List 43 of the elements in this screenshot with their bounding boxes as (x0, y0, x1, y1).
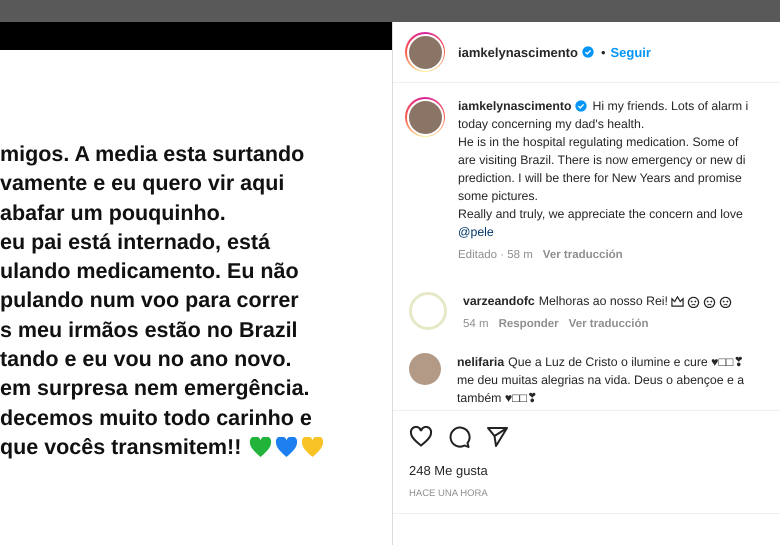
comment-icon[interactable] (447, 425, 471, 449)
heart-icon (301, 437, 324, 458)
post-image-text: eu pai está internado, está (0, 228, 270, 256)
caption-text: Hi my friends. Lots of alarm i (592, 98, 748, 115)
heart-icon (275, 437, 298, 458)
username-link[interactable]: iamkelynascimento (458, 97, 572, 115)
post-image-text: s meu irmãos estão no Brazil (0, 316, 298, 344)
heart-icon (249, 437, 272, 458)
post-image-text: vamente e eu quero vir aqui (0, 170, 284, 198)
comment-text: Melhoras ao nosso Rei! (538, 293, 668, 310)
caption-text: prediction. I will be there for New Years and promise (458, 170, 742, 187)
post-image-text: em surpresa nem emergência. (0, 375, 310, 402)
username-link[interactable]: iamkelynascimento (458, 44, 578, 60)
comment-time: 54 m (463, 317, 489, 332)
mention-link[interactable]: @pele (458, 223, 494, 241)
send-icon[interactable] (485, 425, 509, 449)
username-link[interactable]: varzeandofc (463, 292, 535, 310)
heart-icon[interactable] (409, 425, 433, 449)
comment-text: Que a Luz de Cristo o ilumine e cure ♥□□❣ (508, 354, 744, 371)
caption-text: today concerning my dad's health. (458, 116, 644, 133)
crying-face-icon (718, 294, 732, 308)
comment-text: também ♥□□❣ (457, 390, 537, 407)
post-image-text: que vocês transmitem!! (0, 434, 242, 461)
comment-text: me deu muitas alegrias na vida. Deus o abençoe e a (457, 372, 744, 389)
post-image-text: decemos muito todo carinho e (0, 404, 312, 432)
crown-icon (670, 294, 684, 308)
crying-face-icon (686, 294, 700, 308)
post-time: HACE UNA HORA (408, 487, 489, 499)
caption-text: are visiting Brazil. There is now emergency or new di (458, 152, 746, 169)
caption-text: He is in the hospital regulating medication. Some of (458, 134, 738, 151)
edited-time: Editado · 58 m (458, 248, 533, 263)
username-link[interactable]: nelifaria (457, 353, 504, 371)
avatar[interactable] (409, 353, 441, 385)
post-image-text: abafar um pouquinho. (0, 200, 226, 227)
caption-text: Really and truly, we appreciate the concern and love (458, 206, 743, 223)
post-image-text: ulando medicamento. Eu não (0, 258, 299, 286)
post-image-text: pulando num voo para correr (0, 287, 299, 314)
caption-text: some pictures. (458, 188, 538, 205)
likes-count[interactable]: 248 Me gusta (393, 449, 780, 478)
separator-dot: • (600, 44, 606, 60)
crying-face-icon (702, 294, 716, 308)
post-image-text: migos. A media esta surtando (0, 141, 304, 168)
post-image-text: tando e eu vou no ano novo. (0, 346, 292, 374)
